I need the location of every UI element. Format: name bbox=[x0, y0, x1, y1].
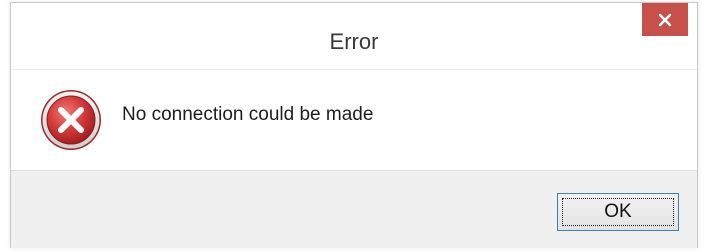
ok-button-label: OK bbox=[604, 201, 632, 222]
close-button[interactable] bbox=[642, 3, 688, 36]
error-message: No connection could be made bbox=[122, 104, 374, 125]
dialog-content: No connection could be made bbox=[11, 69, 697, 170]
dialog-title: Error bbox=[329, 29, 379, 54]
title-bar[interactable]: Error bbox=[11, 3, 697, 69]
close-icon bbox=[658, 13, 672, 26]
error-dialog: Error No connection could be made OK bbox=[10, 2, 698, 248]
error-icon bbox=[41, 90, 101, 150]
ok-button[interactable]: OK bbox=[557, 193, 679, 231]
dialog-footer: OK bbox=[11, 170, 697, 248]
